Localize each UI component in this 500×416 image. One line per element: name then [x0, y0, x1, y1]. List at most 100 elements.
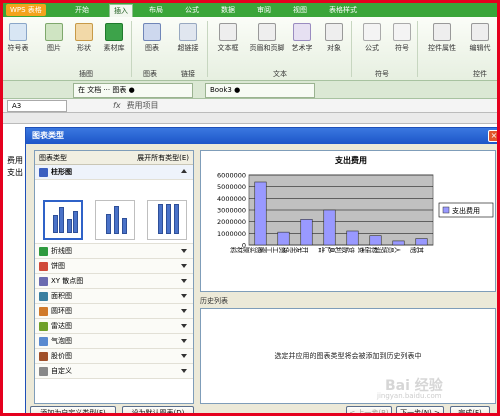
control-props-icon: [433, 23, 451, 41]
chevron-down-icon: [181, 309, 187, 313]
set-default-chart-button[interactable]: 设为默认图表(D): [122, 406, 194, 413]
symbol-button[interactable]: 符号: [387, 23, 417, 53]
name-box[interactable]: A3: [7, 100, 67, 112]
object-button[interactable]: 对象: [319, 23, 349, 53]
material-lib-button[interactable]: 素材库: [99, 23, 129, 53]
group-label-symbol: 符号: [375, 70, 389, 78]
category-icon: [39, 367, 48, 376]
wordart-icon: [293, 23, 311, 41]
tab-layout[interactable]: 布局: [145, 4, 167, 17]
symbol-table-button[interactable]: 符号表: [3, 23, 33, 53]
category-2[interactable]: 折线图: [35, 244, 193, 259]
tab-formula[interactable]: 公式: [181, 4, 203, 17]
header-footer-icon: [258, 23, 276, 41]
chart-icon: [143, 23, 161, 41]
category-5[interactable]: 面积图: [35, 289, 193, 304]
textbox-button[interactable]: 文本框: [213, 23, 243, 53]
bar-5: [369, 235, 382, 246]
material-lib-icon: [105, 23, 123, 41]
shape-button[interactable]: 形状: [69, 23, 99, 53]
subtype-stacked-column[interactable]: [95, 200, 135, 240]
equation-button[interactable]: 公式: [357, 23, 387, 53]
doc-tab-chart[interactable]: 在 文档 ··· 图表 ●: [73, 83, 193, 98]
tab-table-style[interactable]: 表格样式: [325, 4, 361, 17]
hyperlink-button[interactable]: 超链接: [173, 23, 203, 53]
bar-4: [346, 230, 359, 246]
expand-all-link[interactable]: 展开所有类型(E): [137, 151, 189, 165]
category-6[interactable]: 圆环图: [35, 304, 193, 319]
category-label: 柱形图: [51, 168, 72, 176]
category-label: 折线图: [51, 247, 72, 255]
chevron-down-icon: [181, 369, 187, 373]
category-0[interactable]: 柱形图: [35, 165, 193, 180]
y-tick-label: 3000000: [217, 207, 246, 215]
history-list[interactable]: 选定并应用的图表类型将会被添加到历史列表中: [200, 308, 496, 404]
chevron-down-icon: [181, 264, 187, 268]
wordart-button[interactable]: 艺术字: [287, 23, 317, 53]
object-icon: [325, 23, 343, 41]
column-subtypes: [35, 196, 193, 244]
category-label: 气泡图: [51, 337, 72, 345]
category-8[interactable]: 气泡图: [35, 334, 193, 349]
category-7[interactable]: 雷达图: [35, 319, 193, 334]
next-button[interactable]: 下一步(N) >: [396, 406, 444, 413]
tab-home[interactable]: 开始: [71, 4, 93, 17]
control-props-button[interactable]: 控件属性: [423, 23, 461, 53]
category-10[interactable]: 自定义: [35, 364, 193, 379]
x-tick-label: 开发市场: [281, 245, 309, 253]
doc-tab-book3[interactable]: Book3 ●: [205, 83, 315, 98]
x-tick-label: 人员培训: [373, 245, 401, 253]
chevron-down-icon: [181, 279, 187, 283]
pi-icon: [363, 23, 381, 41]
y-tick-label: 4000000: [217, 195, 246, 203]
category-label: 雷达图: [51, 322, 72, 330]
add-custom-type-button[interactable]: 添加为自定义类型(F): [30, 406, 116, 413]
chart-title: 支出费用: [334, 155, 367, 165]
back-button[interactable]: < 上一步(B): [346, 406, 392, 413]
category-4[interactable]: XY 散点图: [35, 274, 193, 289]
group-label-control: 控件: [473, 70, 487, 78]
category-9[interactable]: 股价图: [35, 349, 193, 364]
category-label: 自定义: [51, 367, 72, 375]
tab-data[interactable]: 数据: [217, 4, 239, 17]
chart-type-list: 图表类型 展开所有类型(E) 柱形图条形图折线图饼图XY 散点图面积图圆环图雷达…: [34, 150, 194, 404]
edit-code-button[interactable]: 编辑代: [465, 23, 495, 53]
tab-insert[interactable]: 插入: [109, 4, 133, 17]
finish-button[interactable]: 完成(F): [450, 406, 490, 413]
list-header-title: 图表类型: [39, 154, 67, 162]
wps-menu-button[interactable]: WPS 表格: [6, 4, 46, 16]
picture-icon: [45, 23, 63, 41]
column-header: [3, 113, 497, 124]
history-label: 历史列表: [200, 297, 228, 305]
ribbon: 符号表 图片 形状 素材库 图表 超链接 文本框 页眉和页脚 艺术字 对象 公式…: [3, 17, 497, 81]
group-label-chart: 图表: [143, 70, 157, 78]
tab-view[interactable]: 视图: [289, 4, 311, 17]
header-footer-button[interactable]: 页眉和页脚: [247, 23, 287, 53]
chart-button[interactable]: 图表: [137, 23, 167, 53]
y-tick-label: 1000000: [217, 230, 246, 238]
picture-button[interactable]: 图片: [39, 23, 69, 53]
tab-review[interactable]: 审阅: [253, 4, 275, 17]
divider: [417, 21, 418, 77]
category-icon: [39, 277, 48, 286]
subtype-percent-column[interactable]: [147, 200, 187, 240]
cell-a4[interactable]: 支出: [7, 167, 23, 178]
legend-swatch: [442, 206, 450, 214]
category-3[interactable]: 饼图: [35, 259, 193, 274]
y-tick-label: 6000000: [217, 172, 246, 180]
divider: [207, 21, 208, 77]
group-label-text: 文本: [273, 70, 287, 78]
category-icon: [39, 262, 48, 271]
subtype-clustered-column[interactable]: [43, 200, 83, 240]
category-icon: [39, 292, 48, 301]
category-label: XY 散点图: [51, 277, 84, 285]
cell-a3[interactable]: 费用: [7, 155, 23, 166]
chevron-down-icon: [181, 294, 187, 298]
chart-type-dialog: 图表类型 × 图表类型 展开所有类型(E) 柱形图条形图折线图饼图XY 散点图面…: [25, 127, 497, 413]
close-icon[interactable]: ×: [488, 130, 497, 142]
watermark-url: jingyan.baidu.com: [377, 392, 442, 400]
formula-content[interactable]: fx 费用项目: [113, 100, 159, 112]
chart-svg: 支出费用010000002000000300000040000005000000…: [217, 155, 494, 253]
bar-3: [323, 209, 336, 246]
category-label: 圆环图: [51, 307, 72, 315]
